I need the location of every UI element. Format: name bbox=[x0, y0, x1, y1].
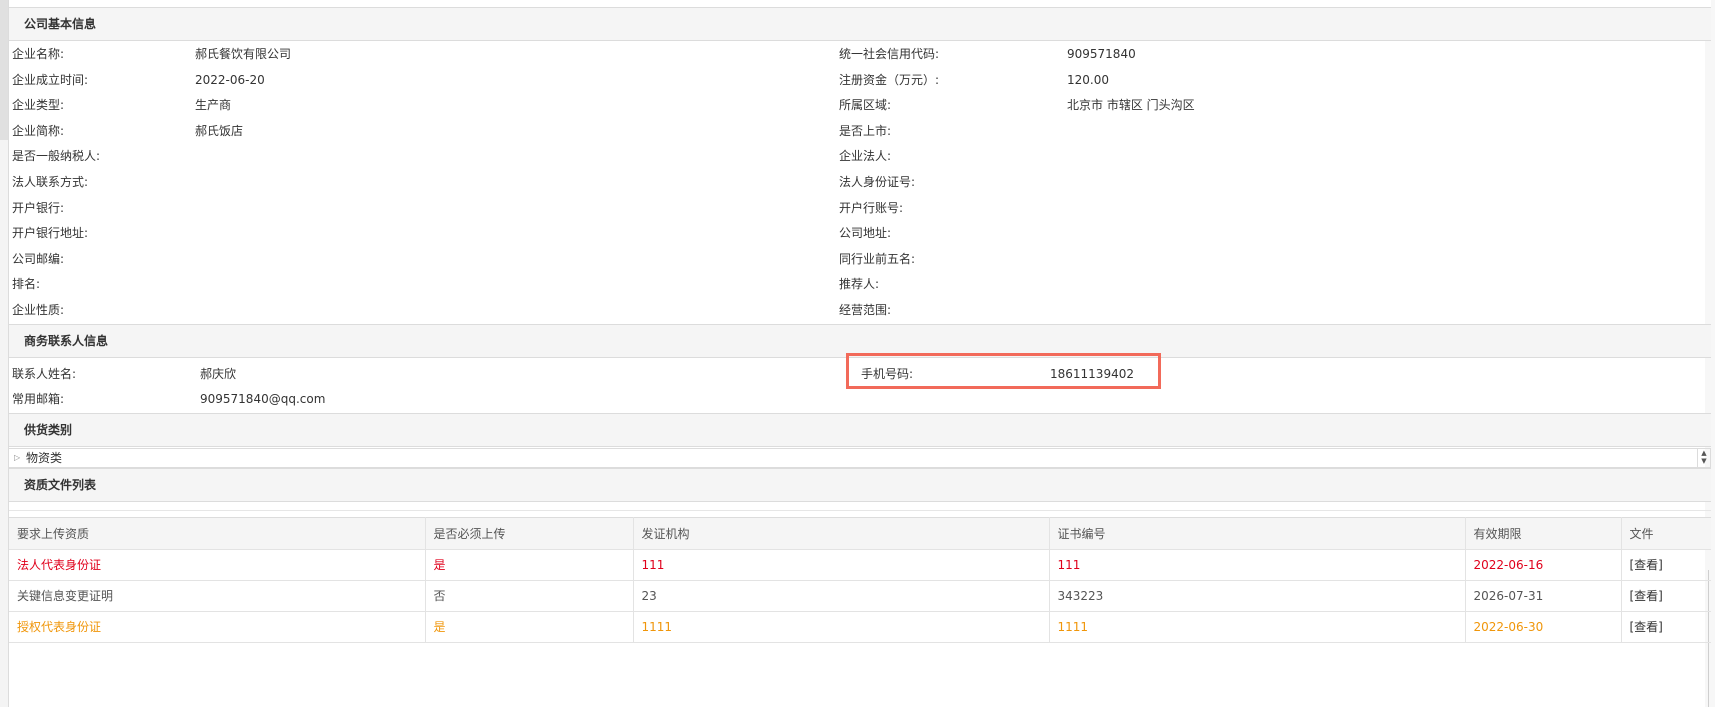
table-cell-issuer: 1111 bbox=[633, 611, 1050, 643]
column-header: 是否必须上传 bbox=[425, 516, 634, 550]
table-cell-expiry: 2026-07-31 bbox=[1465, 580, 1622, 612]
table-cell-required: 是 bbox=[425, 549, 634, 581]
qualification-files-table: 要求上传资质 是否必须上传 发证机构 证书编号 有效期限 文件 法人代表身份证是 111 11… bbox=[9, 516, 1711, 643]
table-cell-cert_no: 111 bbox=[1049, 549, 1466, 581]
field-label: 企业名称: bbox=[12, 47, 65, 61]
field-label: 同行业前五名: bbox=[839, 251, 916, 266]
field-value: 郝氏饭店 bbox=[195, 123, 244, 138]
company-info-row: 法人联系方式: 法人身份证号: bbox=[9, 170, 1711, 196]
table-cell-name: 授权代表身份证 bbox=[9, 611, 426, 643]
field-label: 是否上市: bbox=[839, 123, 892, 138]
field-label: 公司邮编: bbox=[12, 251, 65, 266]
column-header: 有效期限 bbox=[1465, 516, 1622, 550]
contact-row-2: 常用邮箱: 909571840@qq.com bbox=[9, 387, 1711, 412]
field-label: 公司地址: bbox=[839, 226, 892, 241]
table-cell-name: 法人代表身份证 bbox=[9, 549, 426, 581]
field-label: 企业法人: bbox=[839, 149, 892, 164]
company-section-header: 公司基本信息 bbox=[9, 7, 1711, 41]
company-info-row: 开户银行地址: 公司地址: bbox=[9, 221, 1711, 247]
table-cell-expiry: 2022-06-30 bbox=[1465, 611, 1622, 643]
detail-panel: 公司基本信息 企业名称: 郝氏餐饮有限公司 统一社会信用代码: 909571840 企业… bbox=[9, 0, 1711, 643]
field-label: 企业类型: bbox=[12, 98, 65, 113]
table-cell-issuer: 111 bbox=[633, 549, 1050, 581]
company-info-row: 是否一般纳税人: 企业法人: bbox=[9, 144, 1711, 170]
company-info-row: 开户银行: 开户行账号: bbox=[9, 196, 1711, 222]
email-label: 常用邮箱: bbox=[12, 391, 65, 406]
company-info-row: 公司邮编: 同行业前五名: bbox=[9, 247, 1711, 273]
field-label: 法人联系方式: bbox=[12, 174, 89, 189]
field-label: 开户行账号: bbox=[839, 200, 904, 215]
contact-name-label: 联系人姓名: bbox=[12, 366, 77, 381]
files-section-header: 资质文件列表 bbox=[9, 467, 1711, 502]
table-cell-expiry: 2022-06-16 bbox=[1465, 549, 1622, 581]
table-cell-cert_no: 343223 bbox=[1049, 580, 1466, 612]
tree-node-label[interactable]: 物资类 bbox=[26, 449, 62, 467]
field-label: 排名: bbox=[12, 277, 41, 292]
field-label: 注册资金（万元）: bbox=[839, 72, 940, 87]
field-label: 企业简称: bbox=[12, 123, 65, 138]
table-cell-issuer: 23 bbox=[633, 580, 1050, 612]
table-row: 授权代表身份证是 1111 1111 2022-06-30 [查看] bbox=[9, 611, 1711, 643]
company-info-row: 排名: 推荐人: bbox=[9, 272, 1711, 298]
table-row: 法人代表身份证是 111 111 2022-06-16 [查看] bbox=[9, 549, 1711, 581]
view-file-link[interactable]: [查看] bbox=[1621, 611, 1711, 643]
column-header: 发证机构 bbox=[633, 516, 1050, 550]
company-info-row: 企业简称: 郝氏饭店 是否上市: bbox=[9, 119, 1711, 145]
field-label: 是否一般纳税人: bbox=[12, 149, 101, 164]
table-cell-required: 否 bbox=[425, 580, 634, 612]
table-cell-cert_no: 1111 bbox=[1049, 611, 1466, 643]
field-label: 推荐人: bbox=[839, 277, 880, 292]
column-header: 要求上传资质 bbox=[9, 516, 426, 550]
field-value: 郝氏餐饮有限公司 bbox=[195, 47, 292, 61]
field-label: 企业性质: bbox=[12, 302, 65, 317]
field-value: 120.00 bbox=[1067, 72, 1109, 87]
field-label: 统一社会信用代码: bbox=[839, 47, 940, 61]
company-info-row: 企业类型: 生产商 所属区域: 北京市 市辖区 门头沟区 bbox=[9, 93, 1711, 119]
field-label: 法人身份证号: bbox=[839, 174, 916, 189]
table-cell-required: 是 bbox=[425, 611, 634, 643]
field-label: 所属区域: bbox=[839, 98, 892, 113]
column-header: 证书编号 bbox=[1049, 516, 1466, 550]
field-label: 开户银行地址: bbox=[12, 226, 89, 241]
field-value: 2022-06-20 bbox=[195, 72, 265, 87]
email-value: 909571840@qq.com bbox=[200, 391, 326, 406]
field-label: 经营范围: bbox=[839, 302, 892, 317]
company-info-grid: 企业名称: 郝氏餐饮有限公司 统一社会信用代码: 909571840 企业成立时间: 20… bbox=[9, 41, 1711, 324]
view-file-link[interactable]: [查看] bbox=[1621, 549, 1711, 581]
company-info-row: 企业性质: 经营范围: bbox=[9, 298, 1711, 324]
expand-arrow-icon[interactable]: ▷ bbox=[14, 449, 20, 467]
company-info-row: 企业成立时间: 2022-06-20 注册资金（万元）: 120.00 bbox=[9, 68, 1711, 94]
contact-section-header: 商务联系人信息 bbox=[9, 323, 1711, 358]
phone-label: 手机号码: bbox=[861, 366, 914, 381]
view-file-link[interactable]: [查看] bbox=[1621, 580, 1711, 612]
table-cell-name: 关键信息变更证明 bbox=[9, 580, 426, 612]
field-value: 北京市 市辖区 门头沟区 bbox=[1067, 98, 1195, 113]
phone-value: 18611139402 bbox=[1050, 366, 1134, 381]
field-label: 企业成立时间: bbox=[12, 72, 89, 87]
spinner-arrows-icon[interactable]: ▲ ▼ bbox=[1697, 448, 1710, 467]
supply-tree: ▷ 物资类 ▲ ▼ bbox=[9, 447, 1711, 468]
column-header: 文件 bbox=[1621, 516, 1711, 550]
left-frame-border bbox=[0, 0, 9, 707]
field-value: 909571840 bbox=[1067, 47, 1136, 61]
contact-name-value: 郝庆欣 bbox=[200, 366, 237, 381]
table-row: 关键信息变更证明否 23 343223 2026-07-31 [查看] bbox=[9, 580, 1711, 612]
contact-row-1: 联系人姓名: 郝庆欣 手机号码: 18611139402 bbox=[9, 362, 1711, 387]
company-info-row: 企业名称: 郝氏餐饮有限公司 统一社会信用代码: 909571840 bbox=[9, 42, 1711, 68]
field-value: 生产商 bbox=[195, 98, 232, 113]
supply-section-header: 供货类别 bbox=[9, 412, 1711, 447]
field-label: 开户银行: bbox=[12, 200, 65, 215]
